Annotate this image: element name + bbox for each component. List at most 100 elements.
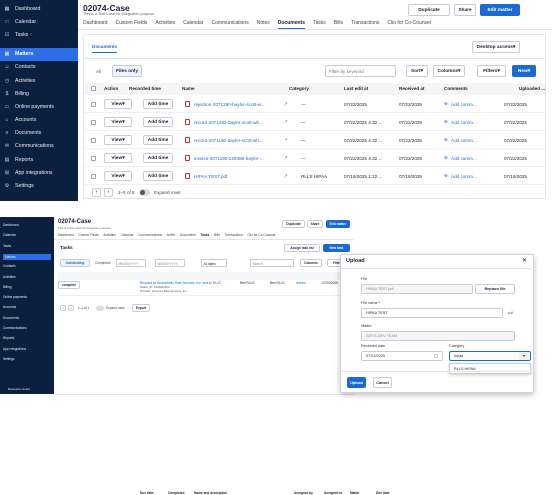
- tab-clio-for-co-counsel[interactable]: Clio for Co-Counsel: [387, 20, 431, 29]
- task-matter-link[interactable]: Admire: [296, 281, 306, 285]
- tasks-sidebar-item[interactable]: Settings: [3, 357, 15, 361]
- tasks-tab[interactable]: Clio for Co-Counsel: [247, 233, 275, 237]
- completed-filter[interactable]: Completed: [95, 261, 110, 265]
- outstanding-filter[interactable]: Outstanding: [60, 259, 90, 267]
- tasks-tab[interactable]: Activities: [103, 233, 116, 237]
- tasks-sidebar-item[interactable]: Dashboard: [3, 223, 19, 227]
- tab-custom-fields[interactable]: Custom Fields: [115, 20, 147, 29]
- tasks-column-header[interactable]: Assigned by: [294, 491, 313, 495]
- add-time-button[interactable]: Add time: [143, 117, 173, 127]
- tab-documents[interactable]: Documents: [277, 20, 305, 29]
- tasks-sidebar-item[interactable]: Contacts: [3, 264, 16, 268]
- column-header[interactable]: Last edit at: [344, 86, 368, 91]
- add-comment-link[interactable]: Add comm...: [451, 138, 477, 143]
- tasks-tab[interactable]: Tasks: [201, 233, 210, 237]
- add-time-button[interactable]: Add time: [143, 135, 173, 145]
- sidebar-item-accounts[interactable]: ⌂ Accounts: [0, 114, 78, 127]
- sidebar-item-reports[interactable]: ▤ Reports: [0, 153, 78, 166]
- column-header[interactable]: Recorded time: [129, 86, 161, 91]
- tasks-duplicate-button[interactable]: Duplicate: [282, 220, 305, 228]
- column-header[interactable]: Uploaded ...: [519, 86, 545, 91]
- sidebar-item-documents[interactable]: ≡ Documents: [0, 127, 78, 140]
- column-header[interactable]: Category: [289, 86, 309, 91]
- column-header[interactable]: Action: [104, 86, 118, 91]
- tasks-column-header[interactable]: Completed: [168, 491, 184, 495]
- tasks-share-button[interactable]: Share: [307, 220, 323, 228]
- sidebar-item-dashboard[interactable]: ▦ Dashboard: [0, 2, 78, 15]
- add-time-button[interactable]: Add time: [143, 171, 173, 181]
- filter-all[interactable]: All: [96, 69, 101, 74]
- filters-button[interactable]: Filters ▾: [477, 65, 506, 77]
- tab-bills[interactable]: Bills: [334, 20, 343, 29]
- tasks-sidebar-item[interactable]: Accounts: [3, 305, 16, 309]
- tasks-columns-button[interactable]: Columns: [300, 259, 322, 267]
- tasks-edit-matter-button[interactable]: Edit matter: [326, 220, 350, 228]
- sidebar-item-calendar[interactable]: □ Calendar: [0, 15, 78, 28]
- tasks-column-header[interactable]: Due date: [376, 491, 389, 495]
- columns-button[interactable]: Columns ▾: [433, 65, 465, 77]
- tasks-column-header[interactable]: Due date: [140, 491, 153, 495]
- document-name-link[interactable]: invoice-2071190-229488-baylor-...: [194, 156, 282, 161]
- view-button[interactable]: View ▾: [104, 171, 132, 181]
- filter-files-only[interactable]: Files only: [112, 65, 142, 77]
- tasks-next-page[interactable]: ›: [68, 305, 74, 311]
- tasks-sidebar-item[interactable]: App integrations: [3, 347, 26, 351]
- replace-file-button[interactable]: Replace file: [475, 284, 515, 294]
- tasks-search-input[interactable]: Search: [250, 259, 294, 267]
- view-button[interactable]: View ▾: [104, 117, 132, 127]
- tasks-sidebar-item[interactable]: Calendar: [3, 233, 16, 237]
- next-page-button[interactable]: ›: [104, 188, 113, 197]
- column-header[interactable]: Comments: [444, 86, 468, 91]
- date-from-input[interactable]: MM/DD/YYYY: [116, 259, 146, 267]
- date-to-input[interactable]: MM/DD/YYYY: [155, 259, 185, 267]
- duplicate-button[interactable]: Duplicate: [408, 4, 450, 16]
- desktop-access-button[interactable]: Desktop access ▾: [472, 41, 520, 53]
- export-button[interactable]: Export: [132, 304, 150, 312]
- tab-calendar[interactable]: Calendar: [183, 20, 203, 29]
- add-time-button[interactable]: Add time: [143, 99, 173, 109]
- tasks-sidebar-item[interactable]: Communications: [3, 326, 27, 330]
- tasks-sidebar-item[interactable]: Documents: [3, 316, 19, 320]
- share-button[interactable]: Share: [454, 4, 476, 16]
- add-comment-link[interactable]: Add comm...: [451, 174, 477, 179]
- sidebar-item-matters[interactable]: ▣ Matters: [0, 47, 78, 61]
- sidebar-item-online-payments[interactable]: ▭ Online payments: [0, 100, 78, 113]
- received-date-input[interactable]: 07/22/2025: [361, 351, 443, 361]
- tab-notes[interactable]: Notes: [257, 20, 270, 29]
- tasks-column-header[interactable]: Assigned to: [324, 491, 342, 495]
- document-name-link[interactable]: HIPAA TEST.pdf: [194, 174, 282, 179]
- all-dates-select[interactable]: All dates: [201, 259, 227, 267]
- sidebar-item-settings[interactable]: ⚙ Settings: [0, 179, 78, 192]
- row-checkbox[interactable]: [91, 102, 96, 107]
- tasks-column-header[interactable]: Name and description: [194, 491, 227, 495]
- calendar-icon[interactable]: ▢: [434, 353, 438, 358]
- open-external-icon[interactable]: ↗: [284, 137, 288, 143]
- close-icon[interactable]: ✕: [522, 257, 527, 264]
- add-time-button[interactable]: Add time: [143, 153, 173, 163]
- open-external-icon[interactable]: ↗: [284, 119, 288, 125]
- tasks-sidebar-item[interactable]: Tasks: [3, 244, 11, 248]
- document-name-link[interactable]: rejection-2071290-baylor-scott-w...: [194, 102, 282, 107]
- tasks-tab[interactable]: Transactions: [225, 233, 243, 237]
- row-checkbox[interactable]: [91, 174, 96, 179]
- view-button[interactable]: View ▾: [104, 135, 132, 145]
- tasks-column-header[interactable]: Matter: [350, 491, 360, 495]
- tab-communications[interactable]: Communications: [211, 20, 248, 29]
- upload-button[interactable]: Upload: [347, 377, 366, 388]
- sidebar-item-contacts[interactable]: ☺ Contacts: [0, 61, 78, 74]
- tasks-sidebar-item[interactable]: Reports: [3, 336, 14, 340]
- row-checkbox[interactable]: [91, 120, 96, 125]
- tasks-tab[interactable]: Dashboard: [58, 233, 74, 237]
- tab-transactions[interactable]: Transactions: [351, 20, 379, 29]
- sidebar-item-billing[interactable]: $ Billing: [0, 87, 78, 100]
- tasks-sidebar-item[interactable]: Online payments: [3, 295, 27, 299]
- tasks-tab[interactable]: Communications: [138, 233, 162, 237]
- cancel-button[interactable]: Cancel: [373, 377, 392, 388]
- tab-activities[interactable]: Activities: [155, 20, 175, 29]
- filename-input[interactable]: HIPAA TEST: [361, 308, 503, 318]
- view-button[interactable]: View ▾: [104, 99, 132, 109]
- column-header[interactable]: Name: [182, 86, 195, 91]
- document-name-link[interactable]: record-2071283-baylor-scott-wh...: [194, 120, 282, 125]
- complete-button[interactable]: complete: [58, 281, 80, 289]
- tab-tasks[interactable]: Tasks: [313, 20, 326, 29]
